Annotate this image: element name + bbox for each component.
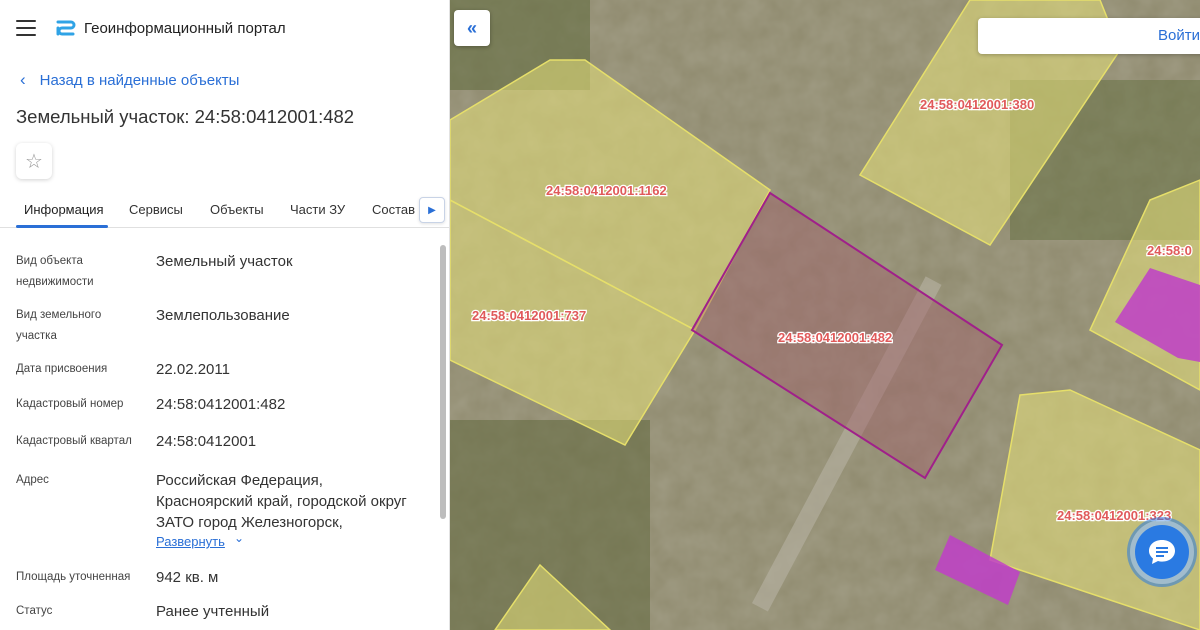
back-to-results-link[interactable]: ‹ Назад в найденные объекты xyxy=(20,70,239,90)
tab-services[interactable]: Сервисы xyxy=(129,202,183,217)
info-value: 22.02.2011 xyxy=(156,361,230,378)
chat-bubble-icon xyxy=(1149,540,1175,564)
tab-info[interactable]: Информация xyxy=(24,202,104,217)
parcel-label: 24:58:0 xyxy=(1147,243,1192,258)
chevron-right-icon: ▶ xyxy=(428,204,436,216)
tab-bar: Информация Сервисы Объекты Части ЗУ Сост… xyxy=(0,190,449,228)
parcel-label: 24:58:0412001:737 xyxy=(472,308,586,323)
info-label: Вид объекта недвижимости xyxy=(16,255,94,288)
info-value-address: Российская Федерация, Красноярский край,… xyxy=(156,472,407,531)
collapse-panel-button[interactable]: « xyxy=(454,10,490,46)
hamburger-icon[interactable] xyxy=(16,20,36,36)
info-value: Ранее учтенный xyxy=(156,603,270,620)
info-label: Вид земельного участка xyxy=(16,309,102,342)
portal-title: Геоинформационный портал xyxy=(84,20,286,37)
info-label: Дата присвоения xyxy=(16,363,108,375)
chevron-left-icon: ‹ xyxy=(20,70,26,89)
scrollbar-thumb[interactable] xyxy=(440,245,446,519)
page-title: Земельный участок: 24:58:0412001:482 xyxy=(16,106,355,127)
favorite-button[interactable]: ☆ xyxy=(16,143,52,179)
chevron-down-icon[interactable]: ⌄ xyxy=(234,531,244,545)
info-label: Кадастровый квартал xyxy=(16,435,132,447)
info-label: Адрес xyxy=(16,474,49,486)
info-value: 24:58:0412001 xyxy=(156,433,257,450)
info-value: Землепользование xyxy=(156,307,290,324)
info-value: 942 кв. м xyxy=(156,569,219,586)
login-label: Войти xyxy=(1158,27,1200,44)
tab-parts[interactable]: Части ЗУ xyxy=(290,202,345,217)
expand-address-link[interactable]: Развернуть xyxy=(156,534,225,549)
tab-objects[interactable]: Объекты xyxy=(210,202,264,217)
portal-logo-icon xyxy=(56,20,76,36)
map-canvas[interactable]: 24:58:0412001:1162 24:58:0412001:380 24:… xyxy=(450,0,1200,630)
info-label: Площадь уточненная xyxy=(16,571,131,583)
info-panel: Геоинформационный портал ‹ Назад в найде… xyxy=(0,0,450,630)
star-icon: ☆ xyxy=(25,150,43,173)
chat-button[interactable] xyxy=(1135,525,1189,579)
parcel-label: 24:58:0412001:323 xyxy=(1057,508,1171,523)
info-label: Статус xyxy=(16,605,53,617)
map-view[interactable]: 24:58:0412001:1162 24:58:0412001:380 24:… xyxy=(450,0,1200,630)
login-button[interactable]: Войти xyxy=(978,18,1200,54)
double-chevron-left-icon: « xyxy=(466,17,477,38)
parcel-label: 24:58:0412001:1162 xyxy=(546,183,667,198)
info-label: Кадастровый номер xyxy=(16,398,124,410)
parcel-label: 24:58:0412001:482 xyxy=(778,330,892,345)
tabs-next-button[interactable]: ▶ xyxy=(419,197,445,223)
tab-composition[interactable]: Состав xyxy=(372,202,415,217)
info-value: Земельный участок xyxy=(156,253,293,270)
active-tab-indicator xyxy=(16,225,108,228)
top-bar: Геоинформационный портал xyxy=(0,0,449,58)
info-value: 24:58:0412001:482 xyxy=(156,396,286,413)
back-label: Назад в найденные объекты xyxy=(39,71,240,89)
parcel-label: 24:58:0412001:380 xyxy=(920,97,1034,112)
